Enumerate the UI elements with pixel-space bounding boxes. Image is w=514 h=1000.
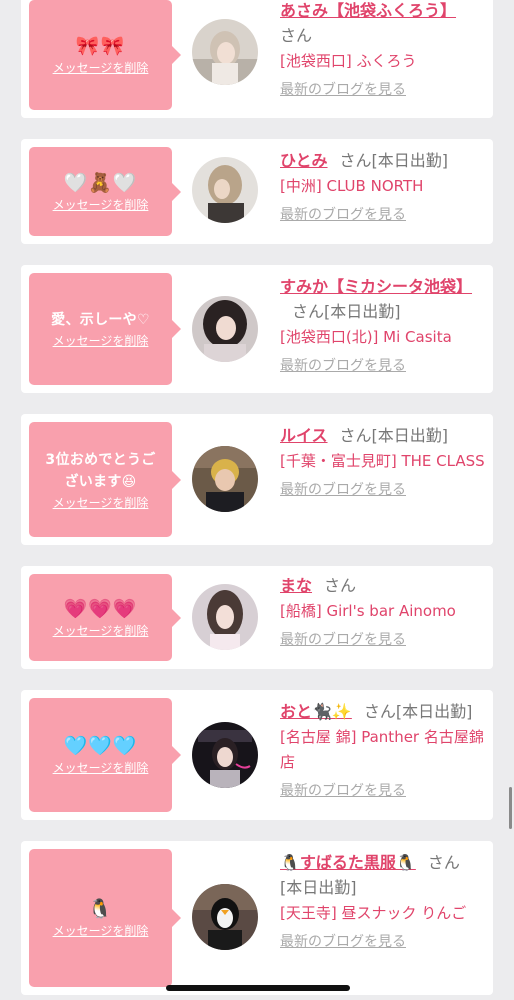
status-badge: [本日出勤] [371,426,449,445]
cast-name-link[interactable]: あさみ【池袋ふくろう】 [280,1,456,20]
message-bubble: 🤍🧸🤍 メッセージを削除 [29,147,181,236]
message-text: 🎀🎀 [75,35,126,57]
honorific: さん [339,426,372,445]
latest-blog-link[interactable]: 最新のブログを見る [280,205,406,225]
avatar[interactable] [192,446,258,512]
message-text: 愛、示しーや♡ [51,312,150,328]
honorific: さん [280,26,313,45]
latest-blog-link[interactable]: 最新のブログを見る [280,480,406,500]
message-list-page: 🎀🎀 メッセージを削除 あさみ【池袋ふくろう】 さん [池袋西口] ふくろう 最… [0,0,514,1000]
status-badge: [本日出勤] [395,702,473,721]
message-card: 💗💗💗 メッセージを削除 まな さん [船橋] Girl's bar Ainomo… [21,566,493,669]
avatar[interactable] [192,296,258,362]
cast-name-link[interactable]: まな [280,576,312,595]
honorific: さん [363,702,396,721]
home-indicator[interactable] [166,985,350,991]
cast-name-link[interactable]: 🐧すばるた黒服🐧 [280,853,416,872]
delete-message-link[interactable]: メッセージを削除 [53,760,149,776]
message-text: 🤍🧸🤍 [63,171,138,194]
delete-message-link[interactable]: メッセージを削除 [53,333,149,349]
message-bubble: 💗💗💗 メッセージを削除 [29,574,181,661]
message-bubble: 🐧 メッセージを削除 [29,849,181,987]
scrollbar[interactable] [509,787,512,829]
shop-label: [池袋西口] ふくろう [280,52,417,70]
delete-message-link[interactable]: メッセージを削除 [53,197,149,213]
message-card: 🩵🩵🩵 メッセージを削除 おと🐈‍⬛✨ さん[本日出勤] [名古屋 錦] Pant… [21,690,493,820]
cast-name-link[interactable]: ルイス [280,426,328,445]
status-badge: [本日出勤] [371,151,449,170]
message-card: 🐧 メッセージを削除 🐧すばるた黒服🐧 さん [本日出勤] [天王寺] 昼スナック… [21,841,493,995]
avatar[interactable] [192,884,258,950]
shop-label: [千葉・富士見町] THE CLASS [280,452,485,470]
cast-name-link[interactable]: すみか【ミカシータ池袋】 [280,277,472,296]
message-card: 愛、示しーや♡ メッセージを削除 すみか【ミカシータ池袋】さん[本日出勤] [池… [21,265,493,393]
honorific: さん [339,151,372,170]
cast-name-link[interactable]: ひとみ [280,151,328,170]
honorific: さん [292,302,325,321]
message-bubble: 愛、示しーや♡ メッセージを削除 [29,273,181,385]
latest-blog-link[interactable]: 最新のブログを見る [280,781,406,801]
message-bubble: 🎀🎀 メッセージを削除 [29,0,181,110]
message-text: 💗💗💗 [63,597,138,620]
message-bubble: 🩵🩵🩵 メッセージを削除 [29,698,181,812]
latest-blog-link[interactable]: 最新のブログを見る [280,630,406,650]
avatar[interactable] [192,722,258,788]
avatar[interactable] [192,19,258,85]
latest-blog-link[interactable]: 最新のブログを見る [280,356,406,376]
avatar[interactable] [192,157,258,223]
delete-message-link[interactable]: メッセージを削除 [53,923,149,939]
delete-message-link[interactable]: メッセージを削除 [53,623,149,639]
honorific: さん [427,853,460,872]
delete-message-link[interactable]: メッセージを削除 [53,60,149,76]
shop-label: [天王寺] 昼スナック りんご [280,904,467,922]
message-card: 🎀🎀 メッセージを削除 あさみ【池袋ふくろう】 さん [池袋西口] ふくろう 最… [21,0,493,118]
status-badge: [本日出勤] [280,878,357,897]
message-card: 🤍🧸🤍 メッセージを削除 ひとみ さん[本日出勤] [中洲] CLUB NORTH… [21,139,493,244]
message-bubble: 3位おめでとうございます😆 メッセージを削除 [29,422,181,537]
message-text: 3位おめでとうございます😆 [45,451,156,490]
latest-blog-link[interactable]: 最新のブログを見る [280,80,406,100]
status-badge: [本日出勤] [324,302,401,321]
message-text: 🐧 [88,898,113,920]
cast-name-link[interactable]: おと🐈‍⬛✨ [280,702,352,721]
shop-label: [船橋] Girl's bar Ainomo [280,602,456,620]
honorific: さん [324,576,357,595]
message-text: 🩵🩵🩵 [63,735,138,757]
shop-label: [中洲] CLUB NORTH [280,177,424,195]
shop-label: [池袋西口(北)] Mi Casita [280,328,452,346]
shop-label: [名古屋 錦] Panther 名古屋錦店 [280,728,484,771]
latest-blog-link[interactable]: 最新のブログを見る [280,932,406,952]
delete-message-link[interactable]: メッセージを削除 [53,495,149,511]
avatar[interactable] [192,584,258,650]
message-card: 3位おめでとうございます😆 メッセージを削除 ルイス さん[本日出勤] [千葉・富… [21,414,493,545]
